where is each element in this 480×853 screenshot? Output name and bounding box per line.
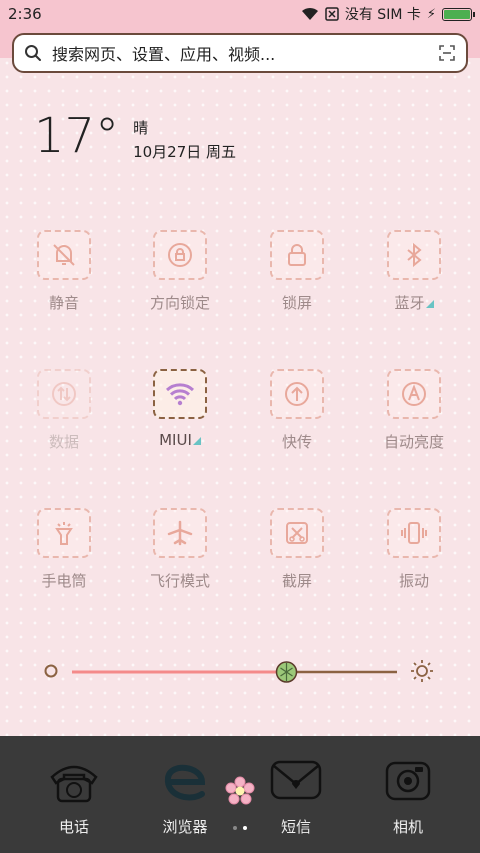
- transfer-icon: [285, 382, 309, 406]
- camera-icon: [385, 761, 431, 801]
- messages-icon: [270, 760, 322, 800]
- status-bar: 2:36 没有 SIM 卡 ⚡: [0, 0, 480, 28]
- tile-label: 锁屏: [281, 294, 312, 312]
- tile-label: 飞行模式: [149, 572, 210, 590]
- dock-camera[interactable]: 相机: [358, 750, 458, 837]
- brightness-slider[interactable]: [40, 658, 440, 686]
- tile-label: 方向锁定: [149, 294, 210, 312]
- airplane-icon: [167, 520, 193, 546]
- page-dot-active: [243, 826, 247, 830]
- vibrate-icon: [401, 522, 427, 544]
- lock-icon: [288, 244, 306, 266]
- dock-messages[interactable]: 短信: [246, 750, 346, 837]
- weather-widget[interactable]: 17° 晴 10月27日 周五: [34, 108, 236, 164]
- wifi-icon: [165, 383, 195, 406]
- tile-label: 数据: [48, 433, 79, 451]
- tile-flashlight[interactable]: 手电筒: [14, 503, 114, 591]
- dock: 电话 浏览器 短信 相机: [0, 736, 480, 853]
- auto-brightness-icon: [402, 382, 426, 406]
- mute-bell-icon: [53, 244, 75, 266]
- tile-mute[interactable]: 静音: [14, 225, 114, 313]
- tile-label: 蓝牙: [364, 292, 464, 313]
- page-dot: [233, 826, 237, 830]
- brightness-high-icon: [411, 660, 433, 682]
- battery-icon: [442, 7, 475, 21]
- search-bar[interactable]: 搜索网页、设置、应用、视频...: [12, 33, 468, 73]
- dock-label: 相机: [392, 818, 423, 836]
- tile-label: 静音: [48, 294, 79, 312]
- dock-label: 浏览器: [162, 818, 208, 836]
- dock-label: 电话: [58, 818, 89, 836]
- phone-icon: [50, 765, 98, 803]
- page-indicator: [233, 826, 247, 830]
- tile-airplane-mode[interactable]: 飞行模式: [130, 503, 230, 591]
- more-indicator-icon: [192, 437, 201, 445]
- scan-icon[interactable]: [438, 44, 456, 62]
- tile-rotation-lock[interactable]: 方向锁定: [130, 225, 230, 313]
- no-sim-icon: [325, 7, 339, 21]
- more-indicator-icon: [425, 300, 434, 308]
- tile-wifi[interactable]: MIUI: [130, 364, 230, 449]
- search-icon: [25, 45, 41, 61]
- date-text: 10月27日 周五: [133, 143, 237, 161]
- tile-label: 振动: [398, 572, 429, 590]
- weather-condition: 晴: [133, 119, 149, 137]
- brightness-low-icon: [44, 664, 58, 678]
- tile-label: MIUI: [130, 431, 230, 449]
- tile-label: 快传: [281, 433, 312, 451]
- tile-label: 截屏: [281, 572, 312, 590]
- tile-screenshot[interactable]: 截屏: [247, 503, 347, 591]
- tile-auto-brightness[interactable]: 自动亮度: [364, 364, 464, 452]
- rotation-lock-icon: [168, 243, 192, 267]
- status-time: 2:36: [8, 5, 42, 23]
- tile-lock-screen[interactable]: 锁屏: [247, 225, 347, 313]
- tile-label: 手电筒: [41, 572, 87, 590]
- tile-label: 自动亮度: [383, 433, 444, 451]
- screenshot-icon: [286, 522, 308, 544]
- temperature: 17°: [34, 108, 120, 164]
- browser-icon: [165, 764, 206, 801]
- tile-vibrate[interactable]: 振动: [364, 503, 464, 591]
- search-input[interactable]: 搜索网页、设置、应用、视频...: [52, 41, 428, 65]
- charging-icon: ⚡: [426, 6, 436, 22]
- bluetooth-icon: [407, 242, 422, 268]
- tile-transfer[interactable]: 快传: [247, 364, 347, 452]
- wifi-icon: [301, 7, 318, 20]
- flashlight-icon: [55, 522, 73, 545]
- carrier-text: 没有 SIM 卡: [344, 7, 421, 23]
- tile-mobile-data[interactable]: 数据: [14, 364, 114, 452]
- slider-thumb[interactable]: [275, 661, 298, 683]
- tile-bluetooth[interactable]: 蓝牙: [364, 225, 464, 313]
- dock-phone[interactable]: 电话: [24, 750, 124, 837]
- dock-browser[interactable]: 浏览器: [135, 750, 235, 837]
- dock-label: 短信: [280, 818, 311, 836]
- mobile-data-icon: [52, 382, 76, 406]
